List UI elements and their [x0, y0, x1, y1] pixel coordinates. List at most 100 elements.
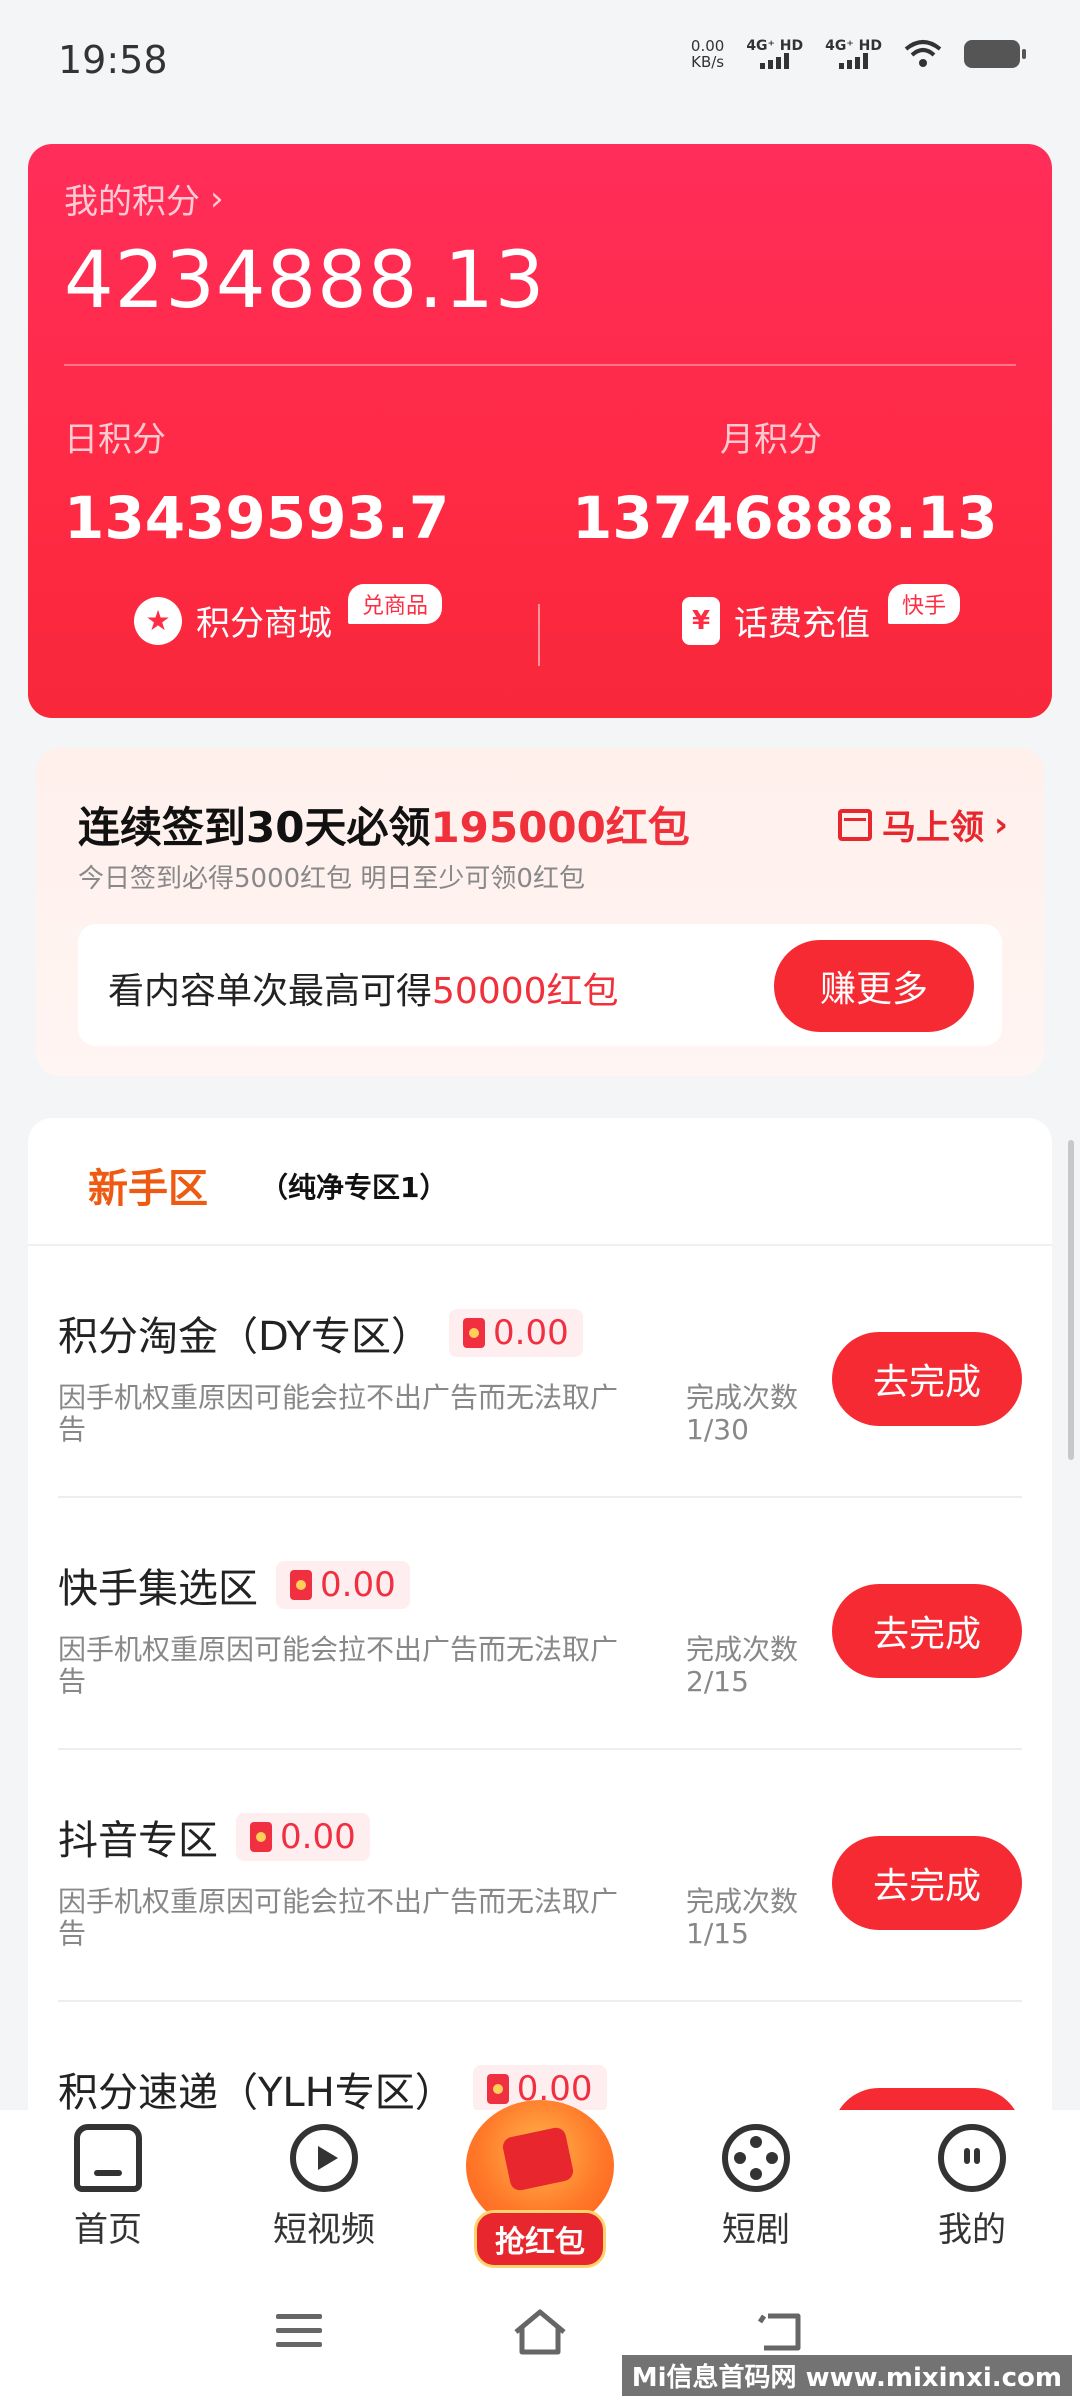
- go-complete-button[interactable]: 去完成: [832, 1332, 1022, 1426]
- red-packet-icon: [250, 1822, 272, 1852]
- points-mall-label: 积分商城: [196, 604, 332, 644]
- wifi-icon: [904, 40, 942, 67]
- task-description: 因手机权重原因可能会拉不出广告而无法取广告: [58, 1885, 619, 1950]
- reward-value: 0.00: [280, 1817, 356, 1857]
- network-speed-unit: KB/s: [691, 53, 725, 71]
- profile-icon: [938, 2124, 1006, 2192]
- calendar-icon: [837, 808, 872, 841]
- film-reel-icon: [722, 2124, 790, 2192]
- nav-drama-label: 短剧: [722, 2210, 790, 2250]
- task-item: 快手集选区 0.00 因手机权重原因可能会拉不出广告而无法取广告 完成次数 2/…: [58, 1498, 1022, 1750]
- network-speed-value: 0.00: [690, 37, 725, 55]
- phone-recharge-button[interactable]: ¥ 话费充值: [682, 596, 870, 645]
- network-speed: 0.00 KB/s: [691, 38, 724, 70]
- status-icons: 0.00 KB/s 4G⁺ HD 4G⁺ HD: [691, 38, 1026, 70]
- play-icon: [290, 2124, 358, 2192]
- watch-content-box: 看内容单次最高可得50000红包 赚更多: [78, 924, 1002, 1046]
- points-card: 我的积分 › 4234888.13 日积分 13439593.7 月积分 137…: [28, 144, 1052, 718]
- nav-home[interactable]: 首页: [28, 2124, 188, 2251]
- star-icon: ★: [134, 596, 182, 645]
- task-count: 完成次数 1/30: [686, 1382, 798, 1446]
- task-count-value: 1/15: [686, 1917, 749, 1950]
- sim1-label: 4G⁺ HD: [746, 38, 804, 54]
- sim2-label: 4G⁺ HD: [825, 38, 882, 54]
- task-description: 因手机权重原因可能会拉不出广告而无法取广告: [58, 1381, 619, 1446]
- task-count-value: 1/30: [686, 1413, 749, 1446]
- red-packet-icon: [290, 1570, 312, 1600]
- daily-points-label: 日积分: [64, 420, 166, 460]
- go-complete-button[interactable]: 去完成: [832, 1836, 1022, 1930]
- signin-title: 连续签到30天必领195000红包: [78, 794, 690, 855]
- newbie-subtitle: （纯净专区1）: [260, 1171, 448, 1204]
- daily-points-value: 13439593.7: [64, 484, 450, 552]
- monthly-points-value: 13746888.13: [572, 484, 998, 552]
- task-title: 快手集选区: [58, 1566, 258, 1612]
- yen-icon: ¥: [682, 596, 720, 645]
- menu-icon[interactable]: [276, 2314, 322, 2350]
- task-name: 抖音专区 0.00: [58, 1808, 370, 1866]
- task-description: 因手机权重原因可能会拉不出广告而无法取广告: [58, 1633, 619, 1698]
- task-item: 积分淘金（DY专区） 0.00 因手机权重原因可能会拉不出广告而无法取广告 完成…: [58, 1246, 1022, 1498]
- reward-badge: 0.00: [236, 1813, 370, 1861]
- signal-icon: 4G⁺ HD: [746, 39, 803, 69]
- signin-card: 连续签到30天必领195000红包 今日签到必得5000红包 明日至少可领0红包…: [36, 748, 1044, 1076]
- action-separator: [538, 604, 540, 666]
- chevron-right-icon: ›: [993, 804, 1008, 845]
- status-time: 19:58: [58, 38, 168, 82]
- task-count: 完成次数 2/15: [686, 1634, 798, 1698]
- reward-badge: 0.00: [449, 1309, 583, 1357]
- watch-content-text: 看内容单次最高可得50000红包: [108, 962, 619, 1014]
- task-count-label: 完成次数: [686, 1633, 799, 1666]
- recharge-tag: 快手: [888, 584, 961, 624]
- points-mall-button[interactable]: ★ 积分商城: [134, 596, 332, 645]
- my-points-label: 我的积分: [64, 182, 200, 222]
- task-count: 完成次数 1/15: [686, 1886, 798, 1950]
- earn-more-button[interactable]: 赚更多: [774, 940, 974, 1032]
- nav-me-label: 我的: [938, 2210, 1006, 2250]
- newbie-section: 新手区 （纯净专区1） 积分淘金（DY专区） 0.00 因手机权重原因可能会拉不…: [28, 1118, 1052, 2218]
- chevron-right-icon: ›: [210, 178, 224, 219]
- nav-home-label: 首页: [74, 2210, 142, 2250]
- my-points-link[interactable]: 我的积分 ›: [64, 174, 224, 223]
- red-packet-icon: [463, 1318, 486, 1348]
- nav-drama[interactable]: 短剧: [676, 2124, 836, 2251]
- mall-tag: 兑商品: [348, 584, 443, 624]
- phone-recharge-label: 话费充值: [734, 604, 870, 644]
- back-icon[interactable]: [758, 2310, 806, 2354]
- watch-prefix: 看内容单次最高可得: [108, 971, 433, 1012]
- reward-value: 0.00: [320, 1565, 396, 1605]
- battery-icon: [964, 40, 1026, 68]
- status-bar: 19:58 0.00 KB/s 4G⁺ HD 4G⁺ HD: [0, 0, 1080, 120]
- nav-short-video[interactable]: 短视频: [244, 2124, 404, 2251]
- task-count-label: 完成次数: [686, 1381, 799, 1414]
- watch-amount: 50000红包: [432, 971, 619, 1012]
- nav-short-video-label: 短视频: [273, 2210, 375, 2250]
- home-icon: [74, 2124, 142, 2192]
- system-nav-bar: Mi信息首码网 www.mixinxi.com: [0, 2280, 1080, 2400]
- scrollbar[interactable]: [1068, 1140, 1074, 1460]
- newbie-header: 新手区 （纯净专区1）: [28, 1118, 1052, 1246]
- task-name: 快手集选区 0.00: [58, 1556, 410, 1614]
- task-title: 积分淘金（DY专区）: [58, 1314, 432, 1360]
- task-item: 抖音专区 0.00 因手机权重原因可能会拉不出广告而无法取广告 完成次数 1/1…: [58, 1750, 1022, 2002]
- claim-now-label: 马上领: [881, 808, 984, 848]
- grab-red-packet-button[interactable]: 抢红包: [460, 2100, 620, 2268]
- watermark: Mi信息首码网 www.mixinxi.com: [621, 2355, 1072, 2396]
- total-points: 4234888.13: [64, 236, 546, 326]
- task-name: 积分淘金（DY专区） 0.00: [58, 1304, 583, 1362]
- task-count-value: 2/15: [686, 1665, 749, 1698]
- claim-now-link[interactable]: 马上领 ›: [837, 800, 1008, 849]
- nav-me[interactable]: 我的: [892, 2124, 1052, 2251]
- newbie-title: 新手区: [88, 1166, 208, 1212]
- signin-title-prefix: 连续签到30天必领: [78, 803, 431, 852]
- grab-red-packet-label: 抢红包: [474, 2210, 606, 2268]
- home-nav-icon[interactable]: [512, 2308, 568, 2356]
- reward-badge: 0.00: [276, 1561, 410, 1609]
- card-divider: [64, 364, 1016, 366]
- monthly-points-label: 月积分: [720, 420, 822, 460]
- signal-icon: 4G⁺ HD: [825, 39, 882, 69]
- go-complete-button[interactable]: 去完成: [832, 1584, 1022, 1678]
- task-title: 抖音专区: [58, 1818, 218, 1864]
- reward-value: 0.00: [493, 1313, 569, 1353]
- signin-title-amount: 195000红包: [430, 803, 690, 852]
